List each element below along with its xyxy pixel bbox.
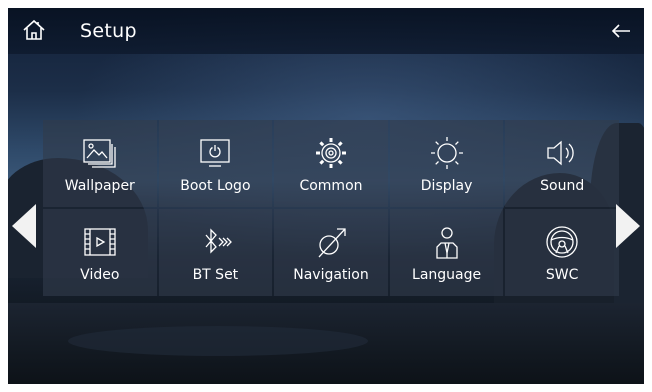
menu-item-label: Common <box>299 178 363 194</box>
menu-item-navigation[interactable]: Navigation <box>274 209 388 296</box>
background-shore <box>68 326 368 356</box>
bluetooth-icon <box>193 223 237 261</box>
menu-item-sound[interactable]: Sound <box>505 120 619 207</box>
wallpaper-icon <box>78 134 122 172</box>
video-icon <box>78 223 122 261</box>
home-icon[interactable] <box>22 18 46 42</box>
back-arrow-icon[interactable] <box>610 20 632 42</box>
menu-item-label: Language <box>412 267 482 283</box>
menu-item-label: Sound <box>540 178 585 194</box>
menu-item-language[interactable]: Language <box>389 209 504 296</box>
menu-item-display[interactable]: Display <box>389 120 504 207</box>
page-left-icon[interactable] <box>12 204 36 248</box>
menu-item-label: Navigation <box>293 267 369 283</box>
steering-wheel-icon <box>540 223 584 261</box>
menu-item-bt-set[interactable]: BT Set <box>158 209 273 296</box>
setup-screen: Setup Wallpaper Boot Logo Common Display… <box>8 8 644 384</box>
menu-item-label: Wallpaper <box>64 178 135 194</box>
navigation-icon <box>309 223 353 261</box>
menu-item-swc[interactable]: SWC <box>505 209 619 296</box>
menu-item-label: SWC <box>545 267 579 283</box>
brightness-icon <box>425 134 469 172</box>
menu-item-common[interactable]: Common <box>274 120 388 207</box>
menu-item-wallpaper[interactable]: Wallpaper <box>43 120 157 207</box>
header-bar: Setup <box>8 8 644 54</box>
language-icon <box>425 223 469 261</box>
menu-item-label: Display <box>420 178 473 194</box>
speaker-icon <box>540 134 584 172</box>
menu-item-label: Video <box>80 267 120 283</box>
menu-item-video[interactable]: Video <box>43 209 157 296</box>
settings-menu-grid: Wallpaper Boot Logo Common Display Sound… <box>43 120 619 296</box>
page-right-icon[interactable] <box>616 204 640 248</box>
boot-logo-icon <box>193 134 237 172</box>
menu-item-boot-logo[interactable]: Boot Logo <box>158 120 273 207</box>
menu-item-label: Boot Logo <box>180 178 251 194</box>
page-title: Setup <box>80 20 137 42</box>
menu-item-label: BT Set <box>192 267 239 283</box>
gear-icon <box>309 134 353 172</box>
